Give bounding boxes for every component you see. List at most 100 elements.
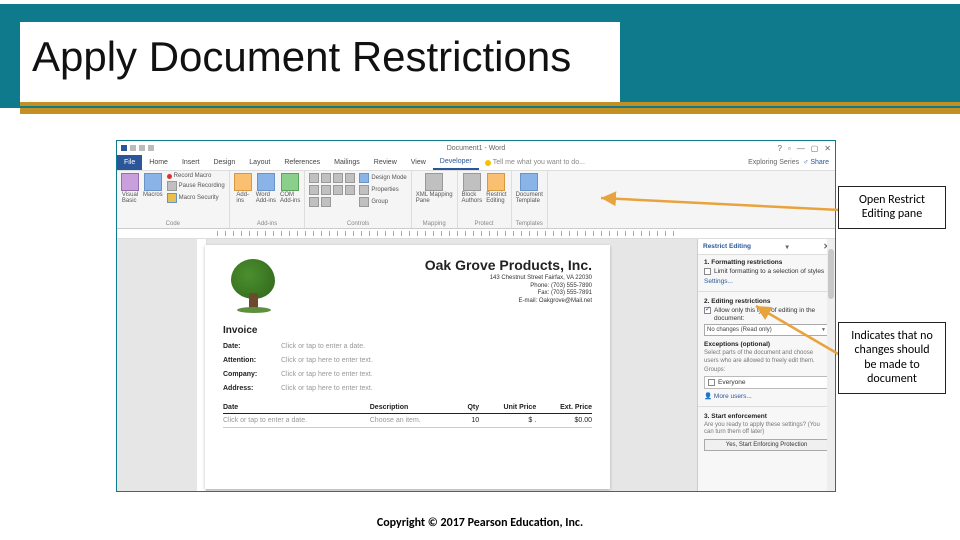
address-line-2: Phone: (703) 555-7890 bbox=[293, 283, 592, 291]
tab-layout[interactable]: Layout bbox=[242, 155, 277, 170]
tab-developer[interactable]: Developer bbox=[433, 155, 479, 170]
start-enforcing-button[interactable]: Yes, Start Enforcing Protection bbox=[704, 439, 829, 451]
visual-basic-button[interactable]: Visual Basic bbox=[121, 173, 139, 204]
callout-no-changes: Indicates that no changes should be made… bbox=[838, 322, 946, 394]
cell-date[interactable]: Click or tap to enter a date. bbox=[223, 414, 370, 428]
xml-mapping-button[interactable]: XML Mapping Pane bbox=[416, 173, 453, 204]
macros-button[interactable]: Macros bbox=[143, 173, 163, 198]
legacy-tools-icon[interactable] bbox=[321, 197, 331, 207]
rich-text-icon[interactable] bbox=[309, 173, 319, 183]
word-addins-button[interactable]: Word Add-ins bbox=[256, 173, 276, 204]
groups-label: Groups: bbox=[704, 367, 829, 374]
window-controls: ? ▫ — ▢ ✕ bbox=[777, 144, 831, 153]
checkbox-control-icon[interactable] bbox=[309, 185, 319, 195]
document-template-button[interactable]: Document Template bbox=[516, 173, 543, 204]
company-field[interactable]: Click or tap here to enter text. bbox=[281, 371, 373, 378]
plain-text-icon[interactable] bbox=[321, 173, 331, 183]
share-button[interactable]: ♂ Share bbox=[803, 159, 829, 166]
dropdown-control-icon[interactable] bbox=[333, 185, 343, 195]
undo-icon[interactable] bbox=[139, 145, 145, 151]
ribbon-group-addins: Add- ins Word Add-ins COM Add-ins Add-in… bbox=[230, 171, 306, 228]
tab-home[interactable]: Home bbox=[142, 155, 175, 170]
properties-button[interactable]: Properties bbox=[359, 185, 406, 195]
design-mode-button[interactable]: Design Mode bbox=[359, 173, 406, 183]
help-icon[interactable]: ? bbox=[777, 144, 781, 153]
tab-file[interactable]: File bbox=[117, 155, 142, 170]
minimize-icon[interactable]: — bbox=[797, 144, 805, 153]
date-picker-icon[interactable] bbox=[345, 185, 355, 195]
editing-restrictions-section: 2. Editing restrictions Allow only this … bbox=[698, 294, 835, 404]
ribbon-tabs: File Home Insert Design Layout Reference… bbox=[117, 155, 835, 171]
address-line-1: 143 Chestnut Street Fairfax, VA 22030 bbox=[293, 275, 592, 283]
vertical-scrollbar[interactable] bbox=[827, 239, 835, 491]
building-block-icon[interactable] bbox=[345, 173, 355, 183]
macro-security-button[interactable]: Macro Security bbox=[167, 193, 225, 203]
tab-design[interactable]: Design bbox=[206, 155, 242, 170]
date-label: Date: bbox=[223, 343, 281, 350]
col-ext-price: Ext. Price bbox=[536, 402, 592, 414]
redo-icon[interactable] bbox=[148, 145, 154, 151]
tab-review[interactable]: Review bbox=[367, 155, 404, 170]
word-screenshot: Document1 - Word ? ▫ — ▢ ✕ File Home Ins… bbox=[116, 140, 836, 492]
address-field[interactable]: Click or tap here to enter text. bbox=[281, 385, 373, 392]
pause-recording-button[interactable]: Pause Recording bbox=[167, 181, 225, 191]
chevron-down-icon: ▼ bbox=[821, 327, 826, 333]
document-title: Document1 - Word bbox=[447, 145, 506, 152]
maximize-icon[interactable]: ▢ bbox=[811, 144, 819, 153]
addins-icon bbox=[234, 173, 252, 191]
group-label-code: Code bbox=[121, 221, 225, 227]
title-underline-thick bbox=[20, 108, 960, 114]
cell-qty[interactable]: 10 bbox=[459, 414, 479, 428]
limit-formatting-checkbox[interactable]: Limit formatting to a selection of style… bbox=[704, 268, 829, 276]
scroll-thumb[interactable] bbox=[828, 249, 834, 299]
col-qty: Qty bbox=[459, 402, 479, 414]
everyone-checkbox[interactable]: Everyone bbox=[704, 376, 829, 389]
attention-field[interactable]: Click or tap here to enter text. bbox=[281, 357, 373, 364]
company-label: Company: bbox=[223, 371, 281, 378]
word-titlebar: Document1 - Word ? ▫ — ▢ ✕ bbox=[117, 141, 835, 155]
checkbox-checked-icon bbox=[704, 307, 711, 314]
picture-control-icon[interactable] bbox=[333, 173, 343, 183]
com-addins-button[interactable]: COM Add-ins bbox=[280, 173, 300, 204]
tab-insert[interactable]: Insert bbox=[175, 155, 207, 170]
addins-button[interactable]: Add- ins bbox=[234, 173, 252, 204]
combo-control-icon[interactable] bbox=[321, 185, 331, 195]
address-line-4: E-mail: Oakgrove@Mail.net bbox=[293, 298, 592, 306]
cell-unit[interactable]: $ . bbox=[479, 414, 536, 428]
close-icon[interactable]: ✕ bbox=[824, 144, 831, 153]
tell-me[interactable]: Tell me what you want to do... bbox=[485, 155, 585, 170]
tab-mailings[interactable]: Mailings bbox=[327, 155, 367, 170]
more-users-link[interactable]: 👤 More users... bbox=[704, 392, 829, 400]
com-addins-icon bbox=[281, 173, 299, 191]
col-date: Date bbox=[223, 402, 370, 414]
properties-icon bbox=[359, 185, 369, 195]
restrict-editing-icon bbox=[487, 173, 505, 191]
copyright: Copyright © 2017 Pearson Education, Inc. bbox=[0, 516, 960, 530]
pane-dropdown-icon[interactable]: ▾ bbox=[786, 243, 789, 251]
group-button[interactable]: Group bbox=[359, 197, 406, 207]
word-app-icon bbox=[121, 145, 127, 151]
user-name[interactable]: Exploring Series bbox=[748, 159, 799, 166]
horizontal-ruler bbox=[117, 229, 835, 239]
settings-link[interactable]: Settings... bbox=[704, 278, 829, 285]
ribbon-options-icon[interactable]: ▫ bbox=[788, 144, 791, 153]
editing-type-select[interactable]: No changes (Read only)▼ bbox=[704, 324, 829, 336]
record-macro-button[interactable]: Record Macro bbox=[167, 173, 225, 179]
visual-basic-icon bbox=[121, 173, 139, 191]
save-icon[interactable] bbox=[130, 145, 136, 151]
checkbox-icon bbox=[708, 379, 715, 386]
quick-access-toolbar bbox=[121, 145, 154, 151]
repeating-section-icon[interactable] bbox=[309, 197, 319, 207]
document-template-icon bbox=[520, 173, 538, 191]
allow-only-checkbox[interactable]: Allow only this type of editing in the d… bbox=[704, 307, 829, 323]
company-name: Oak Grove Products, Inc. bbox=[293, 257, 592, 273]
tab-view[interactable]: View bbox=[404, 155, 433, 170]
tab-references[interactable]: References bbox=[277, 155, 327, 170]
restrict-editing-button[interactable]: Restrict Editing bbox=[486, 173, 506, 204]
attention-label: Attention: bbox=[223, 357, 281, 364]
cell-desc[interactable]: Choose an item. bbox=[370, 414, 459, 428]
date-field[interactable]: Click or tap to enter a date. bbox=[281, 343, 365, 350]
callout-restrict-editing: Open Restrict Editing pane bbox=[838, 186, 946, 229]
ribbon-group-protect: Block Authors Restrict Editing Protect bbox=[458, 171, 512, 228]
block-authors-button[interactable]: Block Authors bbox=[462, 173, 483, 204]
